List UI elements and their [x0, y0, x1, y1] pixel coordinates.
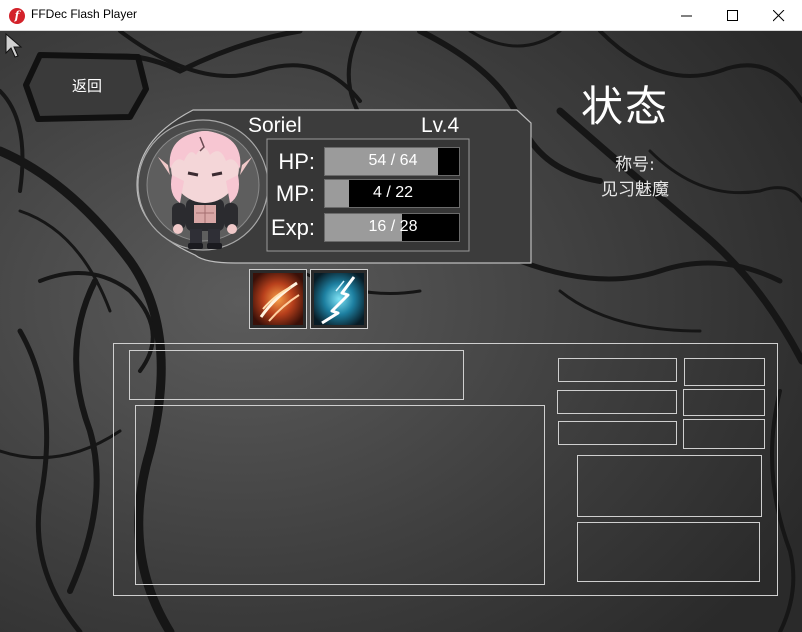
back-button[interactable]: 返回 [22, 49, 152, 125]
minimize-icon [681, 15, 692, 17]
character-level: Lv.4 [421, 114, 460, 137]
info-panel [113, 343, 778, 596]
hp-value: 54 / 64 [368, 152, 418, 169]
hp-bar: 54 / 64 [324, 147, 460, 176]
exp-bar: 16 / 28 [324, 213, 460, 242]
lightning-skill-icon [314, 273, 364, 325]
game-stage[interactable]: 返回 状态 称号: 见习魅魔 Soriel Lv.4 HP: 54 / 64 M… [0, 31, 802, 632]
window-titlebar: f FFDec Flash Player [0, 0, 802, 31]
skill-slot-2[interactable] [310, 269, 368, 329]
back-button-label: 返回 [71, 77, 102, 95]
info-slot-right-3 [683, 419, 765, 449]
character-name: Soriel [248, 114, 302, 137]
screen-title: 状态 [580, 82, 669, 131]
info-slot-right-1 [684, 358, 765, 386]
character-title-label: 称号: [615, 155, 655, 175]
mp-value: 4 / 22 [372, 184, 414, 201]
mp-bar: 4 / 22 [324, 179, 460, 208]
info-slot-right-2 [683, 389, 765, 416]
minimize-button[interactable] [664, 0, 710, 31]
window-title: FFDec Flash Player [31, 7, 138, 21]
exp-value: 16 / 28 [368, 218, 418, 235]
cursor-icon [5, 33, 23, 58]
mp-label: MP: [275, 181, 315, 206]
maximize-button[interactable] [710, 0, 756, 31]
info-slot-left-2 [557, 390, 677, 414]
hp-label: HP: [278, 149, 315, 174]
slash-skill-icon [253, 273, 303, 325]
character-title-value: 见习魅魔 [601, 180, 669, 200]
maximize-icon [727, 10, 738, 21]
exp-label: Exp: [270, 215, 315, 240]
info-header-box [129, 350, 464, 400]
info-detail-box-1 [577, 455, 762, 517]
flash-icon: f [9, 8, 25, 24]
skill-slot-1[interactable] [249, 269, 307, 329]
info-slot-left-3 [558, 421, 677, 445]
info-slot-left-1 [558, 358, 677, 382]
info-description-box [135, 405, 545, 585]
info-detail-box-2 [577, 522, 760, 582]
close-icon [773, 10, 785, 22]
character-portrait [158, 131, 252, 249]
close-button[interactable] [756, 0, 802, 31]
